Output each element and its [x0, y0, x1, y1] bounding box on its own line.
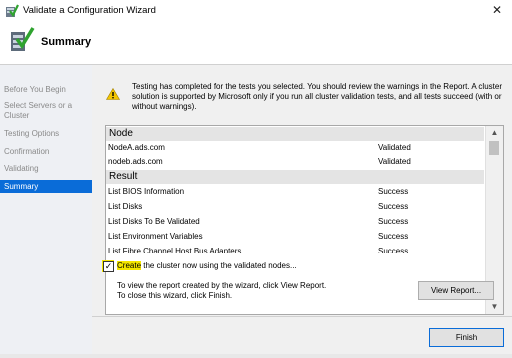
report-line-2: To close this wizard, click Finish.	[117, 291, 233, 300]
list-item[interactable]: List Environment Variables Success	[106, 230, 484, 244]
title-bar: Validate a Configuration Wizard ✕	[0, 0, 512, 22]
create-cluster-label[interactable]: Create the cluster now using the validat…	[117, 261, 297, 270]
view-report-button[interactable]: View Report...	[418, 281, 494, 300]
list-item[interactable]: List Disks To Be Validated Success	[106, 215, 484, 229]
item-name: NodeA.ads.com	[108, 143, 165, 152]
cluster-validate-icon	[11, 27, 35, 51]
list-item[interactable]: List Disks Success	[106, 200, 484, 214]
finish-button[interactable]: Finish	[429, 328, 504, 347]
footer-divider	[92, 316, 512, 317]
item-status: Success	[378, 217, 409, 226]
nav-item-validating[interactable]: Validating	[4, 164, 90, 174]
scroll-down-icon[interactable]: ▼	[486, 300, 503, 314]
create-label-rest: the cluster now using the validated node…	[141, 261, 297, 270]
item-name: List Disks To Be Validated	[108, 217, 200, 226]
window-bottom-edge	[0, 354, 512, 358]
close-button[interactable]: ✕	[485, 1, 509, 19]
wizard-header: Summary	[0, 22, 512, 64]
nav-item-testing-options[interactable]: Testing Options	[4, 129, 90, 139]
scroll-up-icon[interactable]: ▲	[486, 126, 503, 140]
nav-item-summary[interactable]: Summary	[0, 180, 92, 193]
create-cluster-checkbox[interactable]: ✓	[103, 261, 114, 272]
wizard-nav: Before You Begin Select Servers or a Clu…	[0, 65, 92, 358]
list-item[interactable]: List BIOS Information Success	[106, 185, 484, 199]
create-label-highlight: Create	[117, 261, 142, 270]
item-status: Validated	[378, 143, 411, 152]
warning-icon	[106, 88, 120, 100]
item-name: List Fibre Channel Host Bus Adapters	[108, 247, 242, 253]
wizard-check-icon	[6, 4, 19, 18]
item-name: List BIOS Information	[108, 187, 185, 196]
nav-item-confirmation[interactable]: Confirmation	[4, 147, 90, 157]
group-header-node: Node	[106, 127, 484, 141]
item-name: List Disks	[108, 202, 143, 211]
item-status: Success	[378, 202, 409, 211]
report-instructions: To view the report created by the wizard…	[117, 281, 417, 301]
group-header-result: Result	[106, 170, 484, 184]
nav-item-select-servers[interactable]: Select Servers or a Cluster	[4, 101, 90, 121]
item-name: List Environment Variables	[108, 232, 203, 241]
list-item[interactable]: nodeb.ads.com Validated	[106, 155, 484, 169]
report-line-1: To view the report created by the wizard…	[117, 281, 327, 290]
wizard-content: Testing has completed for the tests you …	[92, 65, 512, 358]
nav-item-before-you-begin[interactable]: Before You Begin	[4, 85, 90, 95]
item-status: Validated	[378, 157, 411, 166]
item-status: Success	[378, 232, 409, 241]
list-item[interactable]: List Fibre Channel Host Bus Adapters Suc…	[106, 245, 484, 253]
window-title: Validate a Configuration Wizard	[23, 5, 156, 16]
item-name: nodeb.ads.com	[108, 157, 163, 166]
list-item[interactable]: NodeA.ads.com Validated	[106, 141, 484, 155]
create-cluster-checkbox-wrap: ✓	[102, 260, 114, 272]
item-status: Success	[378, 187, 409, 196]
scroll-thumb[interactable]	[489, 141, 499, 155]
page-title: Summary	[41, 36, 92, 48]
item-status: Success	[378, 247, 409, 253]
info-message: Testing has completed for the tests you …	[132, 82, 502, 111]
